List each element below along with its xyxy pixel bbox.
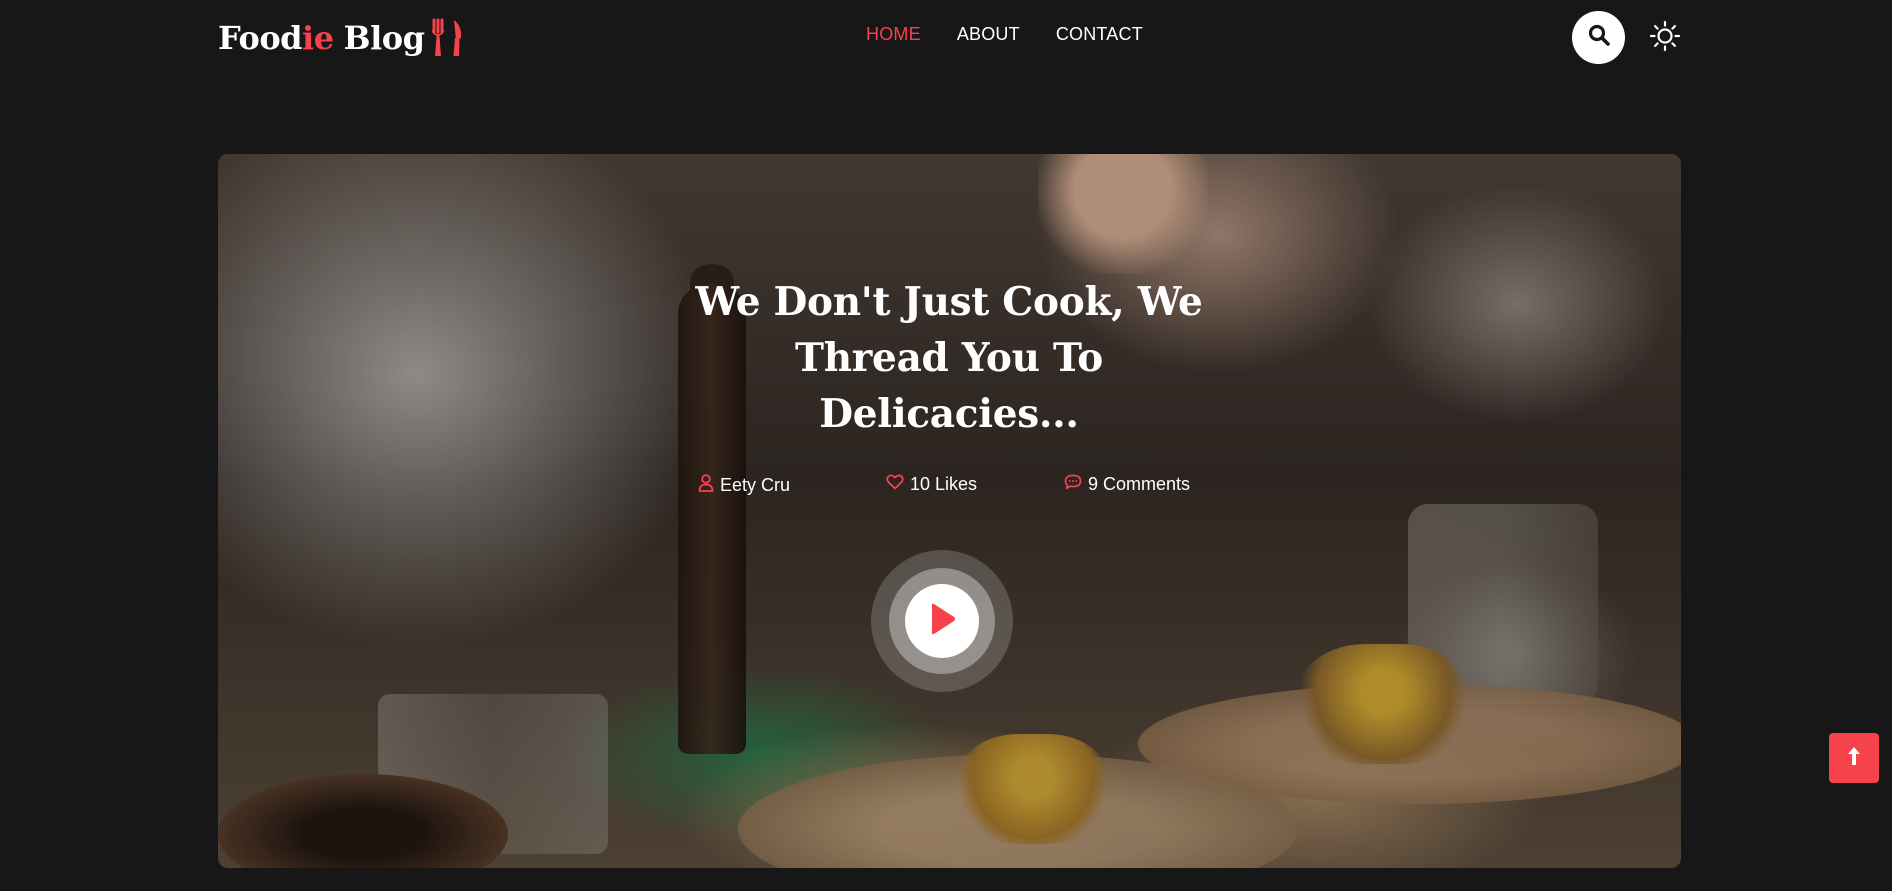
hero-content: We Don't Just Cook, We Thread You To Del… (218, 154, 1681, 868)
main-nav: HOME ABOUT CONTACT (866, 24, 1143, 45)
post-author-name: Eety Cru (720, 475, 791, 495)
sun-icon (1649, 20, 1681, 57)
hero-banner: We Don't Just Cook, We Thread You To Del… (218, 154, 1681, 868)
logo-text-part1: Food (218, 19, 303, 57)
post-likes-count: 10 Likes (910, 474, 978, 494)
search-button[interactable] (1572, 11, 1625, 64)
site-header: Food ie Blog HOME ABOUT CONTACT (218, 0, 1681, 76)
logo-text-accent: ie (302, 19, 334, 57)
post-meta: Eety Cru 10 Likes 9 Comments (698, 474, 1238, 500)
site-logo[interactable]: Food ie Blog (218, 16, 464, 60)
play-icon (927, 602, 957, 641)
nav-item-about[interactable]: ABOUT (957, 24, 1020, 45)
post-author[interactable]: Eety Cru (698, 474, 790, 497)
post-comments[interactable]: 9 Comments (1064, 474, 1190, 495)
post-likes[interactable]: 10 Likes (886, 474, 977, 495)
nav-item-home[interactable]: HOME (866, 24, 921, 45)
heart-icon (886, 474, 904, 495)
theme-toggle-button[interactable] (1649, 20, 1681, 57)
post-comments-count: 9 Comments (1088, 474, 1191, 494)
hero-title: We Don't Just Cook, We Thread You To Del… (695, 279, 1203, 437)
comment-icon (1064, 474, 1082, 495)
user-icon (698, 474, 714, 497)
video-play-control (871, 550, 1013, 692)
back-to-top-button[interactable] (1829, 733, 1879, 783)
fork-knife-icon (428, 18, 464, 58)
arrow-up-icon (1846, 745, 1862, 772)
search-icon (1587, 23, 1611, 52)
play-button[interactable] (905, 584, 979, 658)
logo-text-part2: Blog (343, 19, 425, 57)
nav-item-contact[interactable]: CONTACT (1056, 24, 1143, 45)
